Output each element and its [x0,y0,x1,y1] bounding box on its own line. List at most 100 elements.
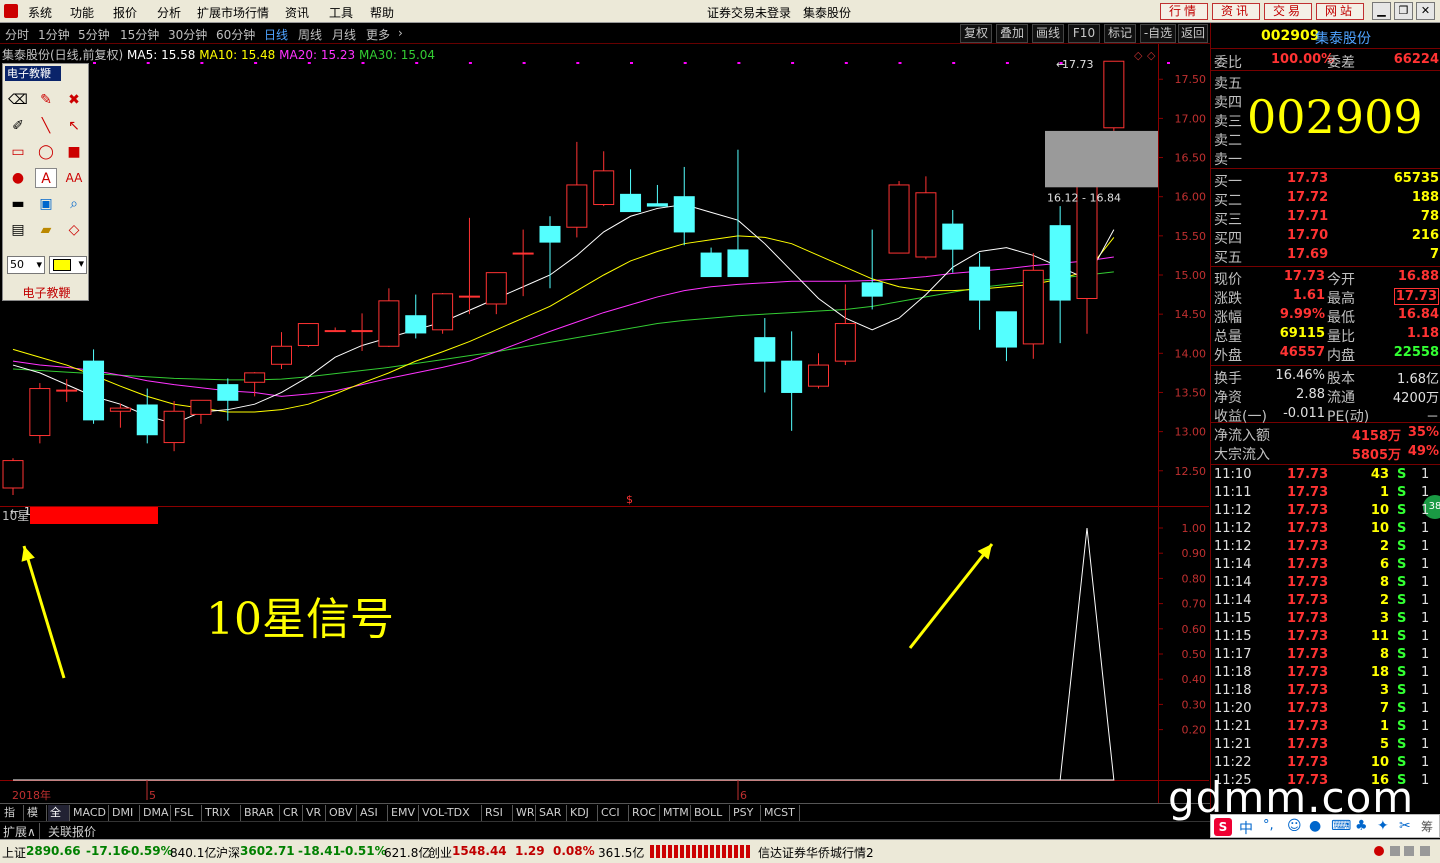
candle-body [351,330,373,333]
indicator-tab-psy[interactable]: PSY [731,805,761,821]
menu-quote[interactable]: 报价 [113,4,137,21]
eraser-icon[interactable]: ⌫ [7,90,29,110]
remove-watchlist-button[interactable]: -自选 [1140,24,1176,43]
indicator-tab-模板[interactable]: 模板 [25,805,47,834]
indicator-tab-vol-tdx[interactable]: VOL-TDX [420,805,482,821]
line-icon[interactable]: ╲ [35,116,57,136]
candle-body [673,196,695,233]
text-style-icon[interactable]: AA [63,168,85,188]
stat-row: 涨跌 1.61 最高 17.73 [1211,287,1440,307]
trade-tab-button[interactable]: 交易 [1264,3,1312,20]
indicator-tab-asi[interactable]: ASI [358,805,388,821]
menu-extended-market[interactable]: 扩展市场行情 [197,4,269,21]
pen-icon[interactable]: ✐ [7,116,29,136]
indicator-tab-mcst[interactable]: MCST [762,805,800,821]
menu-system[interactable]: 系统 [28,4,52,21]
period-30min[interactable]: 30分钟 [168,26,207,43]
fill-bar-icon[interactable]: ▬ [7,194,29,214]
indicator-tab-mtm[interactable]: MTM [661,805,691,821]
tick-row: 11:17 17.73 8 S 1 [1211,646,1440,665]
filled-rect-icon[interactable]: ■ [63,142,85,162]
indicator-tab-fsl[interactable]: FSL [172,805,202,821]
draw-line-button[interactable]: 画线 [1032,24,1064,43]
website-tab-button[interactable]: 网站 [1316,3,1364,20]
tick-time: 11:14 [1214,557,1252,572]
period-1min[interactable]: 1分钟 [38,26,70,43]
fund-row: 净资 2.88 流通 4200万 [1211,386,1440,406]
indicator-tick-label: 0.40 [1182,673,1207,686]
text-icon[interactable]: A [35,168,57,188]
fund-value: 16.46% [1275,368,1325,383]
indicator-tab-vr[interactable]: VR [304,805,326,821]
period-monthly[interactable]: 月线 [332,26,356,43]
menu-help[interactable]: 帮助 [370,4,394,21]
kline-chart[interactable]: 12.50 13.00 13.50 14.00 14.50 15.00 15.50 16.00… [0,44,1210,804]
hs-index-label: 沪深 [216,846,241,860]
menu-function[interactable]: 功能 [70,4,94,21]
restore-icon[interactable]: ❐ [1394,2,1413,20]
indicator-tab-roc[interactable]: ROC [630,805,660,821]
indicator-tab-dmi[interactable]: DMI [110,805,140,821]
minimize-icon[interactable]: ▁ [1372,2,1391,20]
pen-color-select[interactable]: ▾ [49,256,87,274]
candle-body [995,311,1017,348]
period-weekly[interactable]: 周线 [298,26,322,43]
save-icon[interactable]: ▤ [7,220,29,240]
back-button[interactable]: 返回 [1178,24,1208,43]
tick-price: 17.73 [1287,701,1329,716]
indicator-tab-wr[interactable]: WR [514,805,536,821]
paint-icon[interactable]: ✖ [63,90,85,110]
indicator-tab-emv[interactable]: EMV [389,805,419,821]
menu-tools[interactable]: 工具 [329,4,353,21]
indicator-tab-brar[interactable]: BRAR [242,805,280,821]
info-tab-button[interactable]: 资讯 [1212,3,1260,20]
indicator-tab-全部[interactable]: 全部 [48,805,70,834]
hs-index-amount: 621.8亿 [384,846,431,860]
indicator-tab-rsi[interactable]: RSI [483,805,513,821]
mark-button[interactable]: 标记 [1104,24,1136,43]
menu-info[interactable]: 资讯 [285,4,309,21]
filled-ellipse-icon[interactable]: ● [7,168,29,188]
indicator-tab-boll[interactable]: BOLL [692,805,730,821]
indicator-tab-kdj[interactable]: KDJ [568,805,598,821]
pen-width-select[interactable]: 50 ▾ [7,256,45,274]
indicator-tab-dma[interactable]: DMA [141,805,171,821]
dividend-marker: $ [626,493,633,506]
period-15min[interactable]: 15分钟 [120,26,159,43]
period-60min[interactable]: 60分钟 [216,26,255,43]
indicator-tab-sar[interactable]: SAR [537,805,567,821]
period-daily[interactable]: 日线 [264,26,288,43]
period-5min[interactable]: 5分钟 [78,26,110,43]
indicator-tab-cci[interactable]: CCI [599,805,629,821]
tick-volume: 1 [1379,485,1389,500]
indicator-tab-obv[interactable]: OBV [327,805,357,821]
menu-analysis[interactable]: 分析 [157,4,181,21]
quote-tab-button[interactable]: 行情 [1160,3,1208,20]
zoom-icon[interactable]: ⌕ [63,194,85,214]
indicator-tab-cr[interactable]: CR [281,805,303,821]
candle-body [217,384,239,401]
related-quotes-tab[interactable]: 关联报价 [48,823,96,840]
open-folder-icon[interactable]: ▰ [35,220,57,240]
tick-row: 11:12 17.73 10 S 1 [1211,502,1440,521]
screen-icon[interactable]: ▣ [35,194,57,214]
rectangle-icon[interactable]: ▭ [7,142,29,162]
ellipse-icon[interactable]: ◯ [35,142,57,162]
indicator-tab-macd[interactable]: MACD [71,805,109,821]
indicator-tab-trix[interactable]: TRIX [203,805,241,821]
adjust-button[interactable]: 复权 [960,24,992,43]
diamond-icon[interactable]: ◇ [63,220,85,240]
close-icon[interactable]: ✕ [1416,2,1435,20]
overlay-button[interactable]: 叠加 [996,24,1028,43]
period-more[interactable]: 更多 [366,26,390,43]
tick-time: 11:21 [1214,719,1252,734]
dropper-icon[interactable]: ✎ [35,90,57,110]
buy-price: 17.72 [1287,190,1329,205]
arrow-icon[interactable]: ↖ [63,116,85,136]
chevron-right-icon[interactable]: › [398,26,403,40]
indicator-tab-指标[interactable]: 指标 [2,805,24,834]
f10-button[interactable]: F10 [1068,24,1100,43]
tick-count: 1 [1421,665,1430,680]
period-tick[interactable]: 分时 [5,26,29,43]
extension-toggle[interactable]: 扩展∧ [3,823,40,840]
